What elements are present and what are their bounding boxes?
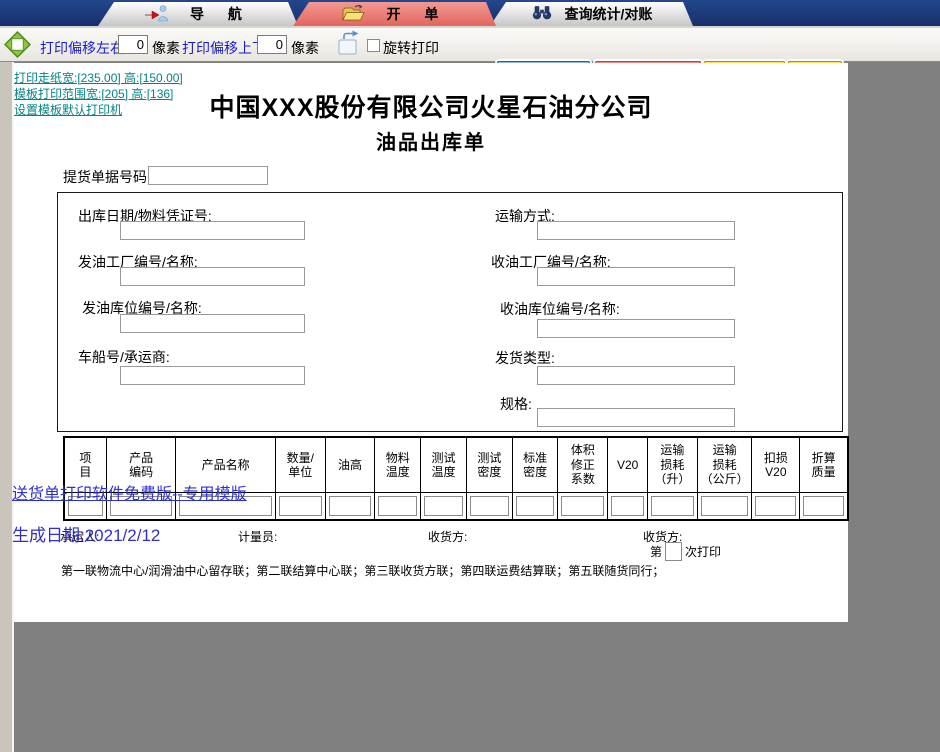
print-count-suffix: 次打印 xyxy=(685,545,722,559)
toolbar: 打印偏移左右 像素 打印偏移上下 像素 旋转打印 批量设置字体 调整打印偏移说明… xyxy=(0,28,940,84)
cell-qty-unit-input[interactable] xyxy=(278,496,322,516)
cell-oil-height-input[interactable] xyxy=(328,496,372,516)
cell-loss-kg-input[interactable] xyxy=(700,496,749,516)
cell-test-density-input[interactable] xyxy=(469,496,509,516)
cell-std-density-input[interactable] xyxy=(515,496,555,516)
print-count-input[interactable] xyxy=(665,542,683,561)
diamond-icon xyxy=(3,30,32,63)
offset-ud-input[interactable] xyxy=(257,35,287,54)
free-version-watermark-link[interactable]: 送货单打印软件免费版--专用模版 xyxy=(12,480,247,504)
cell-test-temp-input[interactable] xyxy=(424,496,463,516)
nav-arrow-person-icon xyxy=(144,4,168,25)
receive-location-label: 收油库位编号/名称: xyxy=(500,301,620,317)
delivery-type-label: 发货类型: xyxy=(495,350,555,366)
tab-billing-label: 开 单 xyxy=(386,6,449,22)
spec-input[interactable] xyxy=(537,408,735,427)
cell-loss-liters-input[interactable] xyxy=(651,496,694,516)
receive-location-input[interactable] xyxy=(537,319,735,338)
rotate-page-icon xyxy=(336,30,362,61)
col-oil-height: 油高 xyxy=(325,438,375,493)
left-edge-strip xyxy=(0,62,14,752)
col-material-temp: 物料 温度 xyxy=(375,438,421,493)
tab-bar: 导 航 开 单 查询统计/对账 xyxy=(0,0,940,28)
tab-query-stats[interactable]: 查询统计/对账 xyxy=(490,2,693,26)
delivery-type-input[interactable] xyxy=(537,366,735,385)
col-loss-kg: 运输 损耗 （公斤） xyxy=(697,438,752,493)
receiver-sign-label-1: 收货方: xyxy=(428,530,468,544)
app-window: 导 航 开 单 查询统计/对账 打印偏移左右 0 像素 打印偏移上下 0 像素 … xyxy=(0,0,940,752)
cell-converted-mass-input[interactable] xyxy=(803,496,844,516)
dispatch-factory-input[interactable] xyxy=(120,267,305,286)
col-qty-unit: 数量/ 单位 xyxy=(275,438,325,493)
col-v20: V20 xyxy=(608,438,648,493)
tab-navigation-label: 导 航 xyxy=(190,6,252,22)
px-label-1: 像素 xyxy=(152,40,180,56)
transport-mode-input[interactable] xyxy=(537,221,735,240)
col-volume-factor: 体积 修正 系数 xyxy=(558,438,608,493)
copies-note: 第一联物流中心/润滑油中心留存联；第二联结算中心联；第三联收货方联；第四联运费结… xyxy=(61,564,665,578)
open-folder-icon xyxy=(341,3,365,25)
tab-navigation[interactable]: 导 航 xyxy=(98,2,298,26)
col-converted-mass: 折算 质量 xyxy=(800,438,847,493)
offset-ud-label: 打印偏移上下 xyxy=(182,40,266,56)
rotate-print-label: 旋转打印 xyxy=(383,40,439,56)
col-std-density: 标准 密度 xyxy=(512,438,558,493)
tab-billing[interactable]: 开 单 xyxy=(293,2,496,26)
dispatch-location-input[interactable] xyxy=(120,314,305,333)
outbound-date-input[interactable] xyxy=(120,221,305,240)
print-count-prefix: 第 xyxy=(650,545,663,559)
col-deduct-v20: 扣损 V20 xyxy=(752,438,800,493)
vehicle-carrier-label: 车船号/承运商: xyxy=(78,349,170,365)
cell-deduct-v20-input[interactable] xyxy=(755,496,797,516)
rotate-print-checkbox[interactable] xyxy=(367,39,380,52)
measurer-sign-label: 计量员: xyxy=(238,530,278,544)
offset-lr-input[interactable] xyxy=(118,35,148,54)
col-loss-liters: 运输 损耗 （升） xyxy=(648,438,697,493)
pickup-no-input[interactable] xyxy=(148,166,268,185)
col-test-temp: 测试 温度 xyxy=(421,438,466,493)
tab-query-stats-label: 查询统计/对账 xyxy=(564,6,653,22)
cell-v20-input[interactable] xyxy=(611,496,645,516)
items-table: 项 目 产品 编码 产品名称 数量/ 单位 油高 物料 温度 测试 温度 测试 … xyxy=(63,436,849,521)
px-label-2: 像素 xyxy=(291,40,319,56)
generated-date-text: 生成日期:2021/2/12 xyxy=(12,526,161,545)
cell-material-temp-input[interactable] xyxy=(378,496,418,516)
spec-label: 规格: xyxy=(500,396,532,412)
company-title: 中国XXX股份有限公司火星石油分公司 xyxy=(209,94,653,122)
form-title: 油品出库单 xyxy=(376,132,486,154)
document-preview: 打印走纸宽:[235.00] 高:[150.00] 模板打印范围宽:[205] … xyxy=(12,63,849,622)
cell-volume-factor-input[interactable] xyxy=(561,496,605,516)
vehicle-carrier-input[interactable] xyxy=(120,366,305,385)
binoculars-icon xyxy=(531,5,553,23)
print-count: 第 次打印 xyxy=(650,542,721,561)
pickup-no-label: 提货单据号码: xyxy=(63,169,151,185)
offset-lr-label: 打印偏移左右 xyxy=(40,40,124,56)
paper-size-link[interactable]: 打印走纸宽:[235.00] 高:[150.00] xyxy=(14,69,183,86)
receive-factory-input[interactable] xyxy=(537,267,735,286)
col-test-density: 测试 密度 xyxy=(466,438,512,493)
